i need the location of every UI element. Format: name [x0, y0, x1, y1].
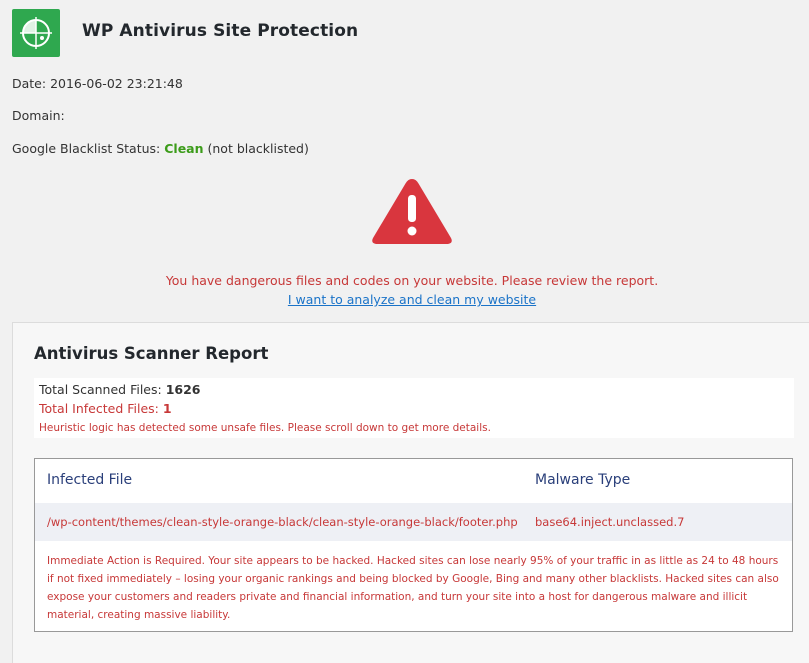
malware-type: base64.inject.unclassed.7	[535, 515, 685, 529]
warning-triangle-icon	[369, 175, 455, 247]
table-row: /wp-content/themes/clean-style-orange-bl…	[35, 503, 792, 541]
column-header-malware-type: Malware Type	[535, 472, 631, 488]
date-value: 2016-06-02 23:21:48	[50, 76, 183, 91]
scanner-report-panel: Antivirus Scanner Report Total Scanned F…	[12, 322, 809, 663]
total-scanned-value: 1626	[165, 382, 201, 397]
domain-label: Domain:	[12, 108, 65, 123]
scan-summary: Total Scanned Files: 1626 Total Infected…	[34, 378, 794, 438]
infected-file-path: /wp-content/themes/clean-style-orange-bl…	[47, 515, 518, 529]
google-status-value: Clean	[164, 141, 204, 156]
date-label: Date:	[12, 76, 47, 91]
infected-files-table: Infected File Malware Type /wp-content/t…	[34, 458, 793, 632]
column-header-infected-file: Infected File	[47, 472, 133, 488]
app-logo	[12, 9, 60, 57]
total-scanned-label: Total Scanned Files:	[39, 382, 162, 397]
total-infected-value: 1	[162, 401, 172, 416]
danger-message: You have dangerous files and codes on yo…	[165, 273, 659, 288]
analyze-clean-link[interactable]: I want to analyze and clean my website	[0, 292, 809, 307]
heuristic-note: Heuristic logic has detected some unsafe…	[39, 422, 491, 434]
scan-date: Date: 2016-06-02 23:21:48	[12, 76, 183, 91]
scan-domain: Domain:	[12, 108, 65, 123]
total-infected-label: Total Infected Files:	[39, 401, 159, 416]
google-status-note: (not blacklisted)	[207, 141, 309, 156]
total-scanned: Total Scanned Files: 1626	[39, 382, 201, 397]
google-status-label: Google Blacklist Status:	[12, 141, 161, 156]
radar-crosshair-icon	[20, 17, 52, 49]
google-blacklist-status: Google Blacklist Status: Clean (not blac…	[12, 141, 309, 156]
report-title: Antivirus Scanner Report	[34, 344, 269, 363]
total-infected: Total Infected Files: 1	[39, 401, 172, 416]
app-title: WP Antivirus Site Protection	[82, 21, 359, 41]
action-required-note: Immediate Action is Required. Your site …	[47, 555, 779, 621]
